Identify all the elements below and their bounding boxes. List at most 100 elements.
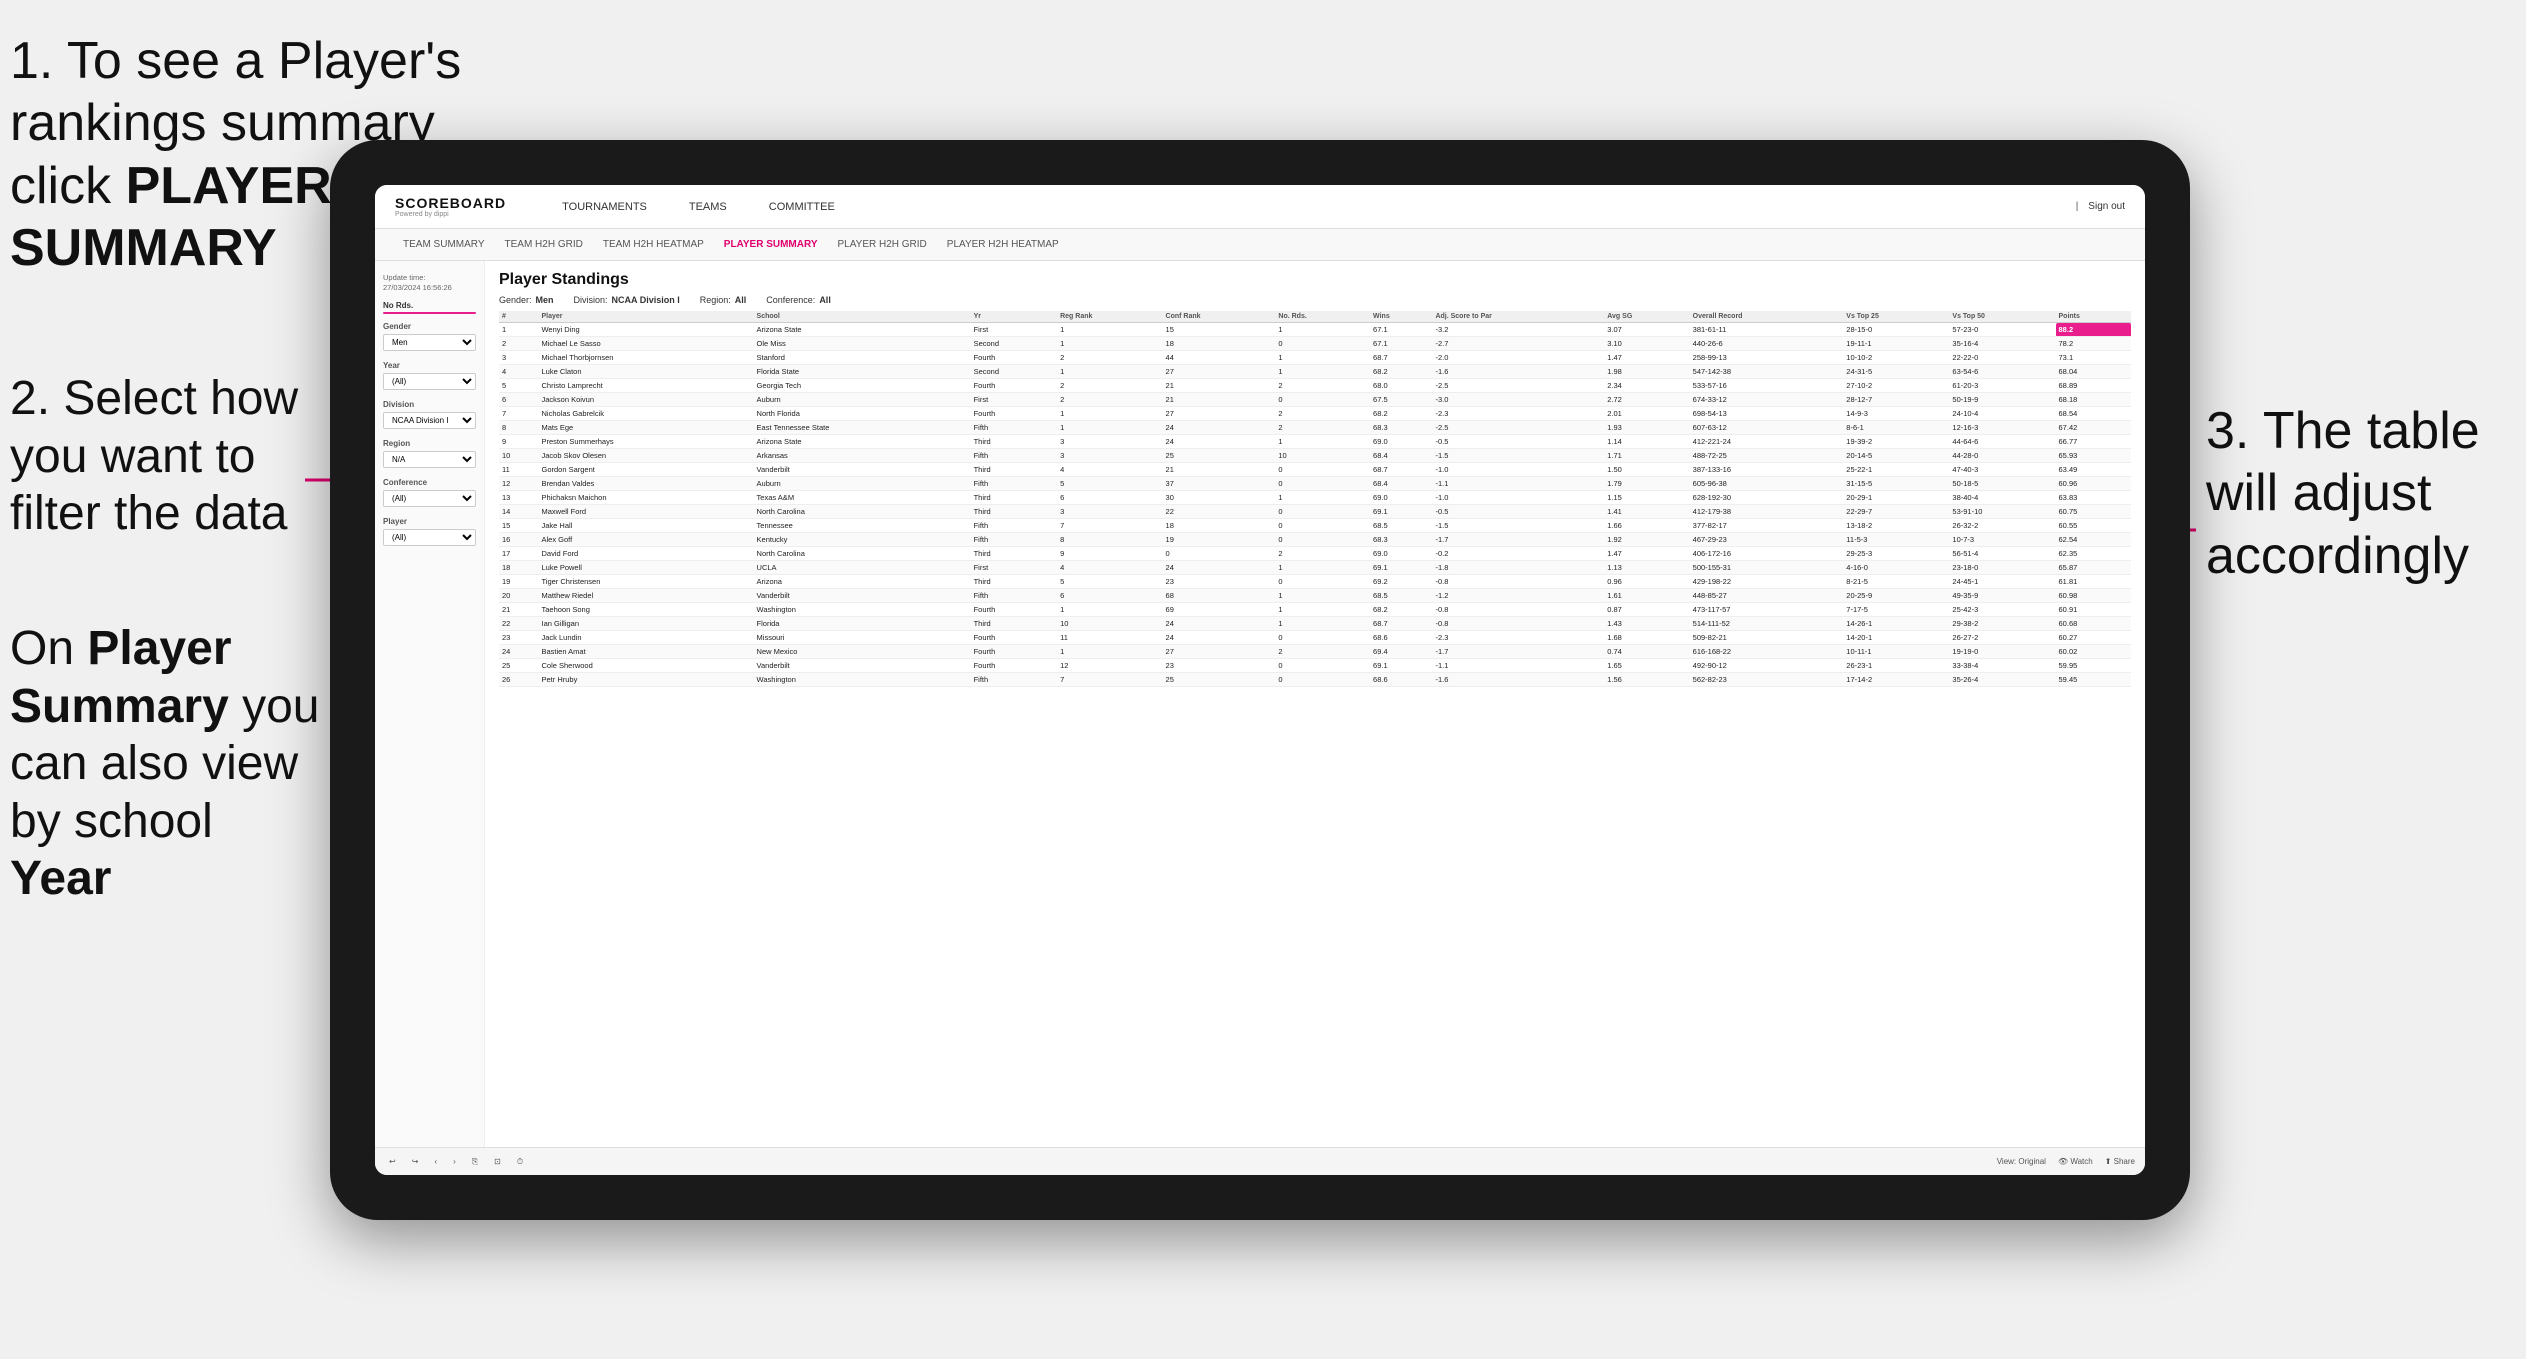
division-label: Division xyxy=(383,400,476,409)
watch-label[interactable]: 👁 Watch xyxy=(2058,1157,2093,1166)
col-no-rds: No. Rds. xyxy=(1275,311,1370,323)
no-rds-section: No Rds. xyxy=(383,301,476,314)
player-label: Player xyxy=(383,517,476,526)
nav-bar: SCOREBOARD Powered by dippi TOURNAMENTS … xyxy=(375,185,2145,229)
col-reg-rank: Reg Rank xyxy=(1057,311,1162,323)
subnav-team-summary[interactable]: TEAM SUMMARY xyxy=(395,235,493,254)
table-row: 13 Phichaksn Maichon Texas A&M Third 6 3… xyxy=(499,491,2131,505)
col-num: # xyxy=(499,311,538,323)
table-row: 12 Brendan Valdes Auburn Fifth 5 37 0 68… xyxy=(499,477,2131,491)
division-section: Division NCAA Division I xyxy=(383,400,476,429)
clock-btn[interactable]: ⏱ xyxy=(513,1155,527,1169)
col-sg: Avg SG xyxy=(1604,311,1689,323)
table-row: 4 Luke Claton Florida State Second 1 27 … xyxy=(499,365,2131,379)
undo-btn[interactable]: ↩ xyxy=(385,1155,400,1168)
col-top50: Vs Top 50 xyxy=(1949,311,2055,323)
no-rds-label: No Rds. xyxy=(383,301,476,310)
player-select[interactable]: (All) xyxy=(383,529,476,546)
gender-label: Gender xyxy=(383,322,476,331)
logo-text: SCOREBOARD xyxy=(395,195,506,211)
subnav-player-h2h-heatmap[interactable]: PLAYER H2H HEATMAP xyxy=(939,235,1067,254)
tablet-screen: SCOREBOARD Powered by dippi TOURNAMENTS … xyxy=(375,185,2145,1175)
sign-out-link[interactable]: Sign out xyxy=(2088,201,2125,212)
col-top25: Vs Top 25 xyxy=(1843,311,1949,323)
player-section: Player (All) xyxy=(383,517,476,546)
table-row: 21 Taehoon Song Washington Fourth 1 69 1… xyxy=(499,603,2131,617)
instruction-step3-right: 3. The table will adjust accordingly xyxy=(2206,400,2516,587)
table-row: 25 Cole Sherwood Vanderbilt Fourth 12 23… xyxy=(499,659,2131,673)
player-standings-table: # Player School Yr Reg Rank Conf Rank No… xyxy=(499,311,2131,687)
table-row: 26 Petr Hruby Washington Fifth 7 25 0 68… xyxy=(499,673,2131,687)
table-row: 20 Matthew Riedel Vanderbilt Fifth 6 68 … xyxy=(499,589,2131,603)
nav-link-committee[interactable]: COMMITTEE xyxy=(763,197,841,217)
table-row: 17 David Ford North Carolina Third 9 0 2… xyxy=(499,547,2131,561)
table-row: 15 Jake Hall Tennessee Fifth 7 18 0 68.5… xyxy=(499,519,2131,533)
conference-select[interactable]: (All) xyxy=(383,490,476,507)
filter-division-value: NCAA Division I xyxy=(612,295,680,305)
col-wins: Wins xyxy=(1370,311,1432,323)
bottom-toolbar: ↩ ↪ ‹ › ⎘ ⊡ ⏱ View: Original 👁 Watch ⬆ S… xyxy=(375,1147,2145,1175)
col-school: School xyxy=(754,311,971,323)
copy-btn[interactable]: ⎘ xyxy=(468,1155,482,1169)
table-row: 2 Michael Le Sasso Ole Miss Second 1 18 … xyxy=(499,337,2131,351)
nav-link-teams[interactable]: TEAMS xyxy=(683,197,733,217)
table-row: 3 Michael Thorbjornsen Stanford Fourth 2… xyxy=(499,351,2131,365)
subnav-player-h2h-grid[interactable]: PLAYER H2H GRID xyxy=(830,235,935,254)
conference-section: Conference (All) xyxy=(383,478,476,507)
table-header-row: # Player School Yr Reg Rank Conf Rank No… xyxy=(499,311,2131,323)
redo-btn[interactable]: ↪ xyxy=(408,1155,423,1168)
share-btn[interactable]: ⬆ Share xyxy=(2105,1157,2135,1166)
division-select[interactable]: NCAA Division I xyxy=(383,412,476,429)
gender-select[interactable]: Men xyxy=(383,334,476,351)
table-row: 9 Preston Summerhays Arizona State Third… xyxy=(499,435,2131,449)
back-btn[interactable]: ‹ xyxy=(430,1155,441,1168)
rds-slider[interactable] xyxy=(383,312,476,314)
table-row: 5 Christo Lamprecht Georgia Tech Fourth … xyxy=(499,379,2131,393)
table-row: 23 Jack Lundin Missouri Fourth 11 24 0 6… xyxy=(499,631,2131,645)
table-row: 6 Jackson Koivun Auburn First 2 21 0 67.… xyxy=(499,393,2131,407)
gender-section: Gender Men xyxy=(383,322,476,351)
instruction-step3-left: On Player Summary you can also view by s… xyxy=(10,620,320,908)
filter-conference-value: All xyxy=(819,295,831,305)
col-yr: Yr xyxy=(971,311,1058,323)
table-row: 22 Ian Gilligan Florida Third 10 24 1 68… xyxy=(499,617,2131,631)
subnav-team-h2h-heatmap[interactable]: TEAM H2H HEATMAP xyxy=(595,235,712,254)
filter-region-value: All xyxy=(735,295,747,305)
instruction-step2: 2. Select how you want to filter the dat… xyxy=(10,370,300,543)
subnav-player-summary[interactable]: PLAYER SUMMARY xyxy=(716,235,826,254)
region-select[interactable]: N/A xyxy=(383,451,476,468)
table-area: Player Standings Gender: Men Division: N… xyxy=(485,261,2145,1147)
toolbar-view-area: View: Original 👁 Watch ⬆ Share xyxy=(1997,1157,2135,1166)
tablet-device: SCOREBOARD Powered by dippi TOURNAMENTS … xyxy=(330,140,2190,1220)
table-row: 10 Jacob Skov Olesen Arkansas Fifth 3 25… xyxy=(499,449,2131,463)
table-row: 11 Gordon Sargent Vanderbilt Third 4 21 … xyxy=(499,463,2131,477)
filter-region-label: Region: xyxy=(700,295,731,305)
view-label: View: Original xyxy=(1997,1157,2046,1166)
year-section: Year (All) xyxy=(383,361,476,390)
col-adj: Adj. Score to Par xyxy=(1432,311,1604,323)
table-row: 1 Wenyi Ding Arizona State First 1 15 1 … xyxy=(499,323,2131,337)
update-time: 27/03/2024 16:56:26 xyxy=(383,283,452,292)
logo: SCOREBOARD Powered by dippi xyxy=(395,195,506,218)
logo-sub: Powered by dippi xyxy=(395,211,506,218)
filter-gender-label: Gender: xyxy=(499,295,532,305)
year-select[interactable]: (All) xyxy=(383,373,476,390)
paste-btn[interactable]: ⊡ xyxy=(490,1155,505,1168)
subnav-team-h2h-grid[interactable]: TEAM H2H GRID xyxy=(497,235,591,254)
col-conf-rank: Conf Rank xyxy=(1163,311,1276,323)
table-row: 8 Mats Ege East Tennessee State Fifth 1 … xyxy=(499,421,2131,435)
nav-right: | Sign out xyxy=(2076,201,2125,212)
table-row: 18 Luke Powell UCLA First 4 24 1 69.1 -1… xyxy=(499,561,2131,575)
col-record: Overall Record xyxy=(1690,311,1844,323)
sub-nav: TEAM SUMMARY TEAM H2H GRID TEAM H2H HEAT… xyxy=(375,229,2145,261)
nav-link-tournaments[interactable]: TOURNAMENTS xyxy=(556,197,653,217)
region-label: Region xyxy=(383,439,476,448)
col-player: Player xyxy=(538,311,753,323)
filter-division-label: Division: xyxy=(574,295,608,305)
filter-conference-label: Conference: xyxy=(766,295,815,305)
year-label: Year xyxy=(383,361,476,370)
table-row: 24 Bastien Amat New Mexico Fourth 1 27 2… xyxy=(499,645,2131,659)
region-section: Region N/A xyxy=(383,439,476,468)
forward-btn[interactable]: › xyxy=(449,1155,460,1168)
main-content: Update time: 27/03/2024 16:56:26 No Rds.… xyxy=(375,261,2145,1147)
